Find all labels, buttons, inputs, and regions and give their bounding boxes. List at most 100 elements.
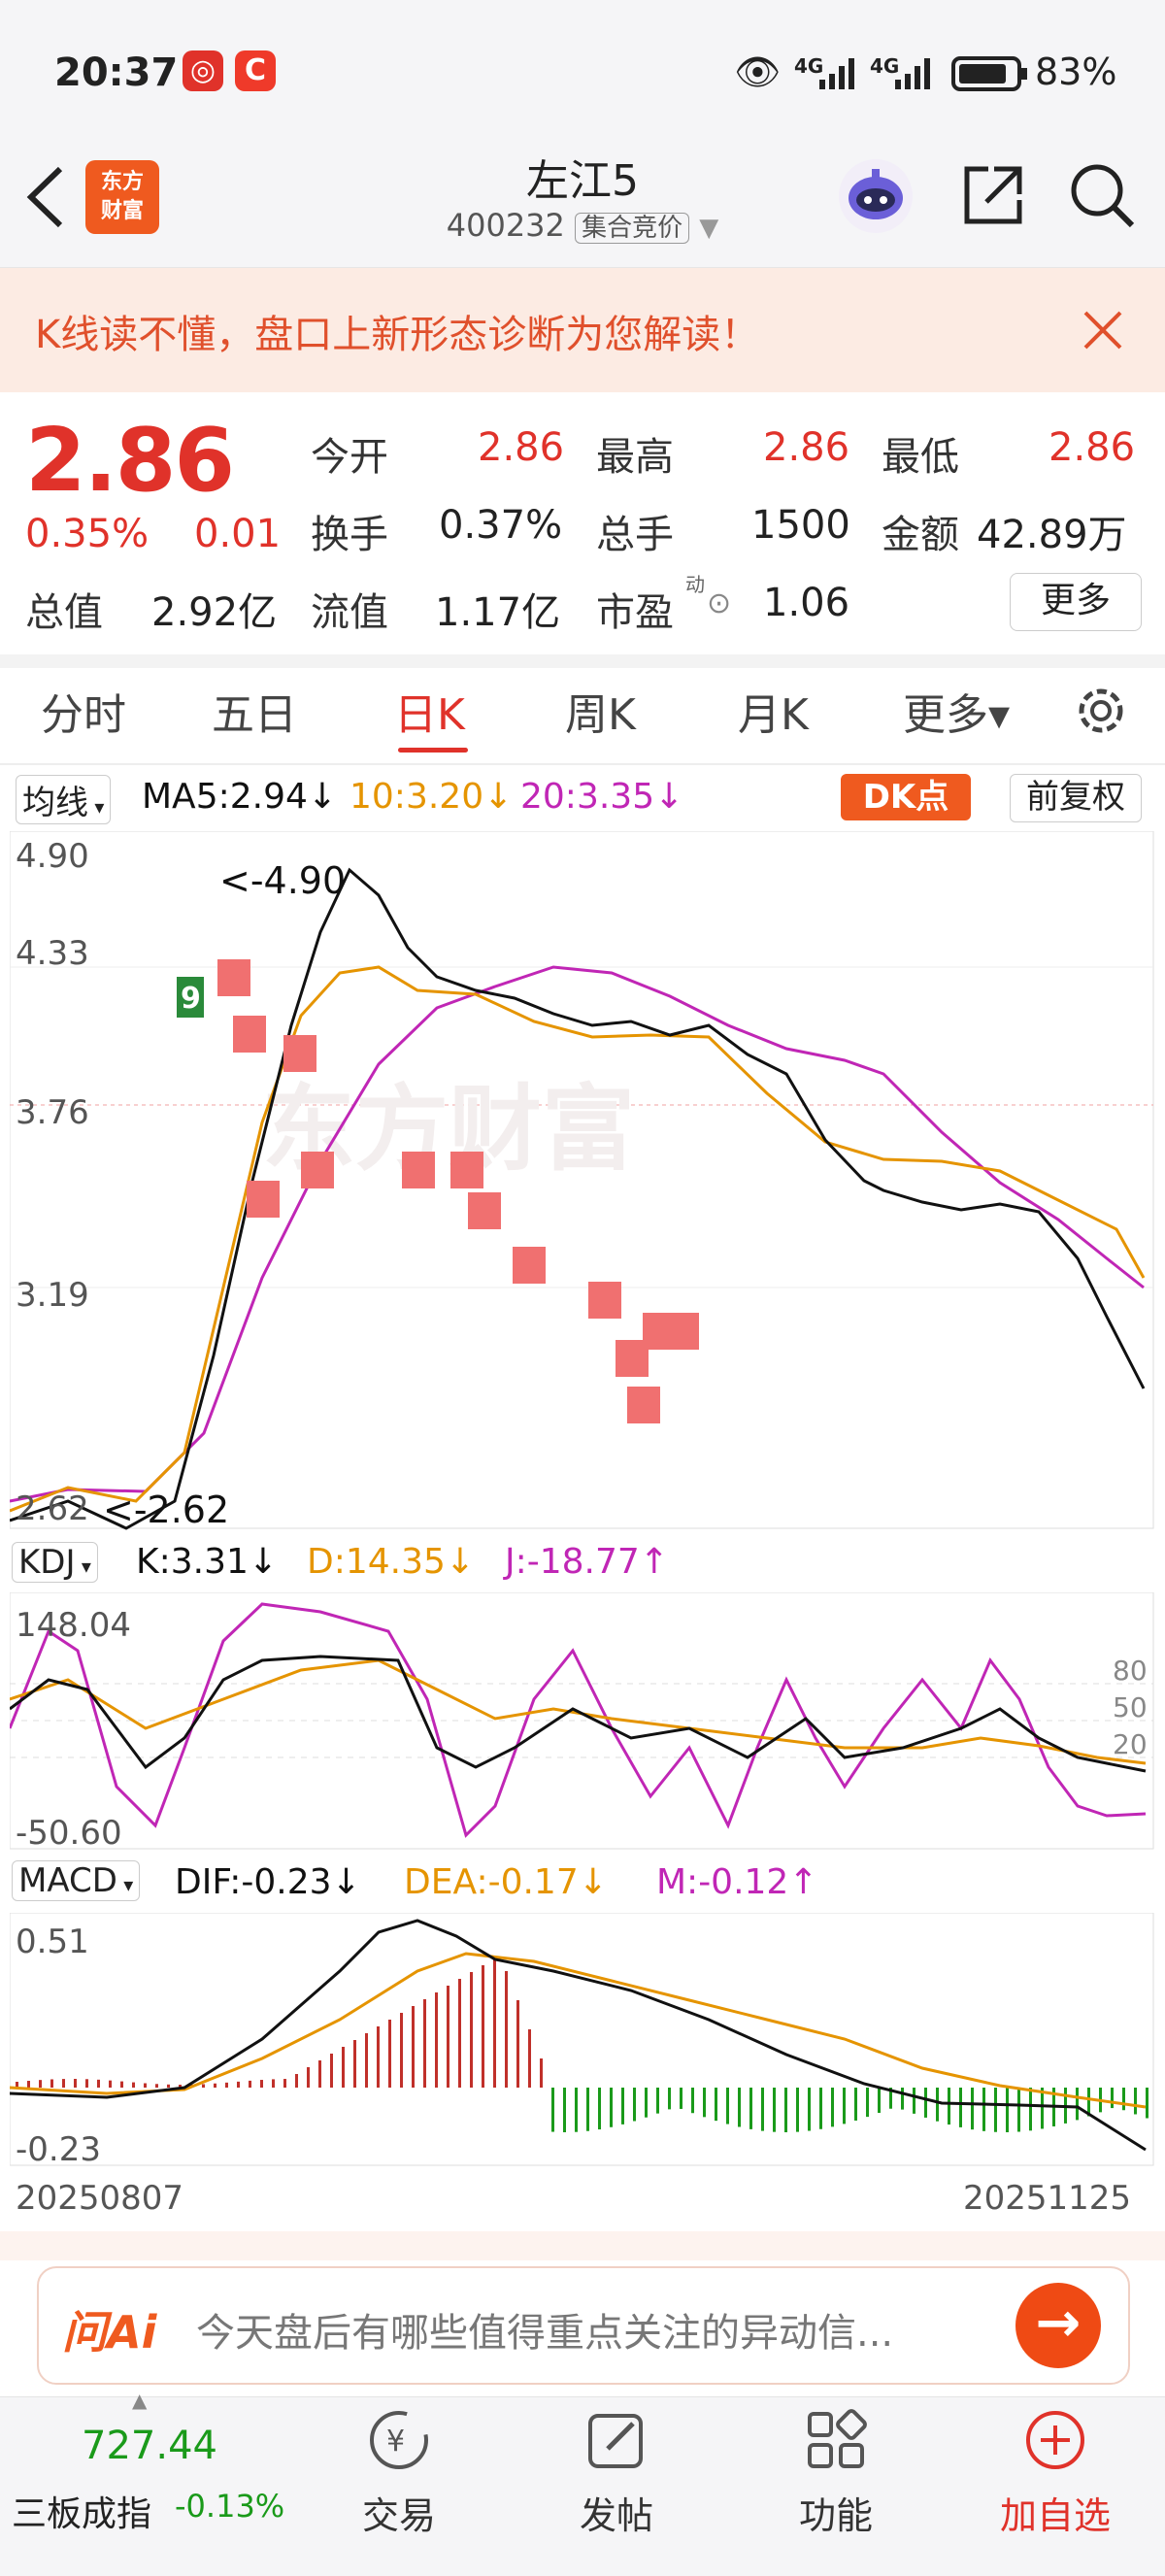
macd-selector[interactable]: MACD ▾ bbox=[12, 1860, 141, 1901]
macd-bar bbox=[74, 2079, 77, 2088]
macd-bar bbox=[307, 2067, 310, 2088]
tab-daily-k[interactable]: 日K bbox=[394, 680, 465, 742]
macd-bar bbox=[854, 2088, 857, 2121]
macd-bar bbox=[1029, 2088, 1032, 2131]
macd-bar bbox=[1041, 2088, 1044, 2129]
macd-bar bbox=[948, 2088, 950, 2125]
svg-text:9: 9 bbox=[181, 982, 201, 1016]
macd-bar bbox=[155, 2084, 158, 2088]
y-label-4-33: 4.33 bbox=[16, 934, 89, 973]
kdj-level-20: 20 bbox=[1113, 1728, 1148, 1760]
index-change: -0.13% bbox=[175, 2488, 285, 2525]
close-icon[interactable] bbox=[1082, 309, 1124, 351]
ai-robot-avatar-icon[interactable] bbox=[835, 155, 916, 237]
tab-monthly-k[interactable]: 月K bbox=[738, 680, 809, 742]
macd-bar bbox=[971, 2088, 974, 2130]
macd-bar bbox=[400, 2013, 403, 2088]
macd-bar bbox=[633, 2088, 636, 2122]
info-dots-icon[interactable]: ⊙ bbox=[707, 586, 731, 620]
dk-point-button[interactable]: DK点 bbox=[841, 774, 971, 820]
high-annotation: <-4.90 bbox=[219, 859, 346, 902]
macd-bar bbox=[913, 2088, 915, 2114]
nav-functions[interactable]: 功能 bbox=[758, 2486, 914, 2539]
tab-five-day[interactable]: 五日 bbox=[212, 680, 297, 742]
tab-more[interactable]: 更多▾ bbox=[903, 680, 1010, 742]
nav-trade[interactable]: 交易 bbox=[321, 2486, 477, 2539]
macd-bar bbox=[249, 2080, 251, 2088]
nav-post[interactable]: 发帖 bbox=[539, 2486, 694, 2539]
macd-bar bbox=[342, 2047, 345, 2088]
macd-bar bbox=[936, 2088, 939, 2122]
ma-selector[interactable]: 均线 ▾ bbox=[16, 775, 112, 824]
open-value: 2.86 bbox=[478, 425, 565, 470]
macd-y-top: 0.51 bbox=[16, 1923, 89, 1961]
macd-bar bbox=[994, 2088, 997, 2132]
macd-chart[interactable] bbox=[10, 1913, 1155, 2167]
macd-bar bbox=[260, 2080, 263, 2088]
arrow-right-icon[interactable]: → bbox=[1015, 2283, 1101, 2368]
forward-adjust-button[interactable]: 前复权 bbox=[1010, 774, 1142, 822]
chart-footer-band bbox=[0, 2231, 1165, 2260]
macd-bar bbox=[318, 2060, 321, 2088]
stock-code: 400232 bbox=[446, 207, 565, 244]
search-icon[interactable] bbox=[1068, 161, 1136, 229]
kdj-k-value: K:3.31↓ bbox=[136, 1542, 279, 1582]
macd-bar bbox=[761, 2088, 764, 2131]
share-icon[interactable] bbox=[959, 161, 1027, 229]
y-label-4-90: 4.90 bbox=[16, 837, 89, 876]
grid-functions-icon[interactable] bbox=[802, 2406, 870, 2474]
macd-bar bbox=[982, 2088, 985, 2131]
macd-bar bbox=[482, 1965, 484, 2088]
mcap-label: 总值 bbox=[25, 590, 103, 635]
kdj-selector[interactable]: KDJ ▾ bbox=[12, 1542, 98, 1583]
macd-selector-label: MACD bbox=[18, 1861, 117, 1900]
tab-weekly-k[interactable]: 周K bbox=[565, 680, 636, 742]
macd-bar bbox=[901, 2088, 904, 2110]
macd-bar bbox=[843, 2088, 846, 2124]
macd-bar bbox=[808, 2088, 811, 2131]
ma20-value: 20:3.35↓ bbox=[520, 777, 684, 817]
post-icon[interactable] bbox=[582, 2406, 650, 2474]
macd-bar bbox=[97, 2079, 100, 2088]
kline-chart[interactable]: 东方财富 <-4.90 <-2.62 9 bbox=[10, 831, 1155, 1530]
index-value[interactable]: 727.44 bbox=[82, 2424, 217, 2468]
index-name[interactable]: 三板成指 bbox=[12, 2486, 151, 2536]
macd-bar bbox=[773, 2088, 776, 2132]
nav-add-watchlist[interactable]: 加自选 bbox=[978, 2486, 1133, 2539]
macd-bar bbox=[738, 2088, 741, 2127]
ai-prompt-text[interactable]: 今天盘后有哪些值得重点关注的异动信... bbox=[196, 2301, 992, 2358]
gear-icon[interactable] bbox=[1072, 682, 1130, 740]
signal-icon-2 bbox=[895, 58, 930, 89]
macd-y-bottom: -0.23 bbox=[16, 2130, 101, 2169]
macd-bar bbox=[621, 2088, 624, 2124]
amount-label: 金额 bbox=[882, 513, 959, 557]
macd-bar bbox=[1134, 2088, 1137, 2115]
chevron-down-icon: ▾ bbox=[116, 1873, 134, 1896]
macd-bar bbox=[295, 2074, 298, 2088]
y-label-2-62: 2.62 bbox=[16, 1489, 89, 1528]
add-watchlist-icon[interactable] bbox=[1021, 2406, 1089, 2474]
promo-text[interactable]: K线读不懂，盘口上新形态诊断为您解读！ bbox=[35, 303, 759, 359]
more-quote-button[interactable]: 更多 bbox=[1010, 573, 1142, 631]
macd-bar bbox=[796, 2088, 799, 2132]
macd-bar bbox=[551, 2088, 554, 2132]
macd-bar bbox=[540, 2058, 543, 2088]
macd-bar bbox=[39, 2080, 42, 2088]
macd-bar bbox=[330, 2054, 333, 2088]
pe-value: 1.06 bbox=[763, 581, 850, 625]
kdj-selector-label: KDJ bbox=[18, 1543, 76, 1582]
macd-bar bbox=[749, 2088, 752, 2129]
macd-bar bbox=[866, 2088, 869, 2118]
kdj-chart[interactable] bbox=[10, 1592, 1155, 1851]
macd-bar bbox=[435, 1992, 438, 2088]
kdj-level-80: 80 bbox=[1113, 1655, 1148, 1687]
macd-bar bbox=[656, 2088, 659, 2114]
app-notification-icon: ◎ bbox=[183, 50, 223, 91]
trade-icon[interactable]: ¥ bbox=[365, 2406, 433, 2474]
macd-bar bbox=[1122, 2088, 1125, 2111]
macd-bar bbox=[528, 2029, 531, 2088]
date-end: 20251125 bbox=[963, 2179, 1132, 2218]
tab-intraday[interactable]: 分时 bbox=[41, 680, 126, 742]
macd-bar bbox=[645, 2088, 648, 2118]
macd-bar bbox=[423, 1999, 426, 2088]
